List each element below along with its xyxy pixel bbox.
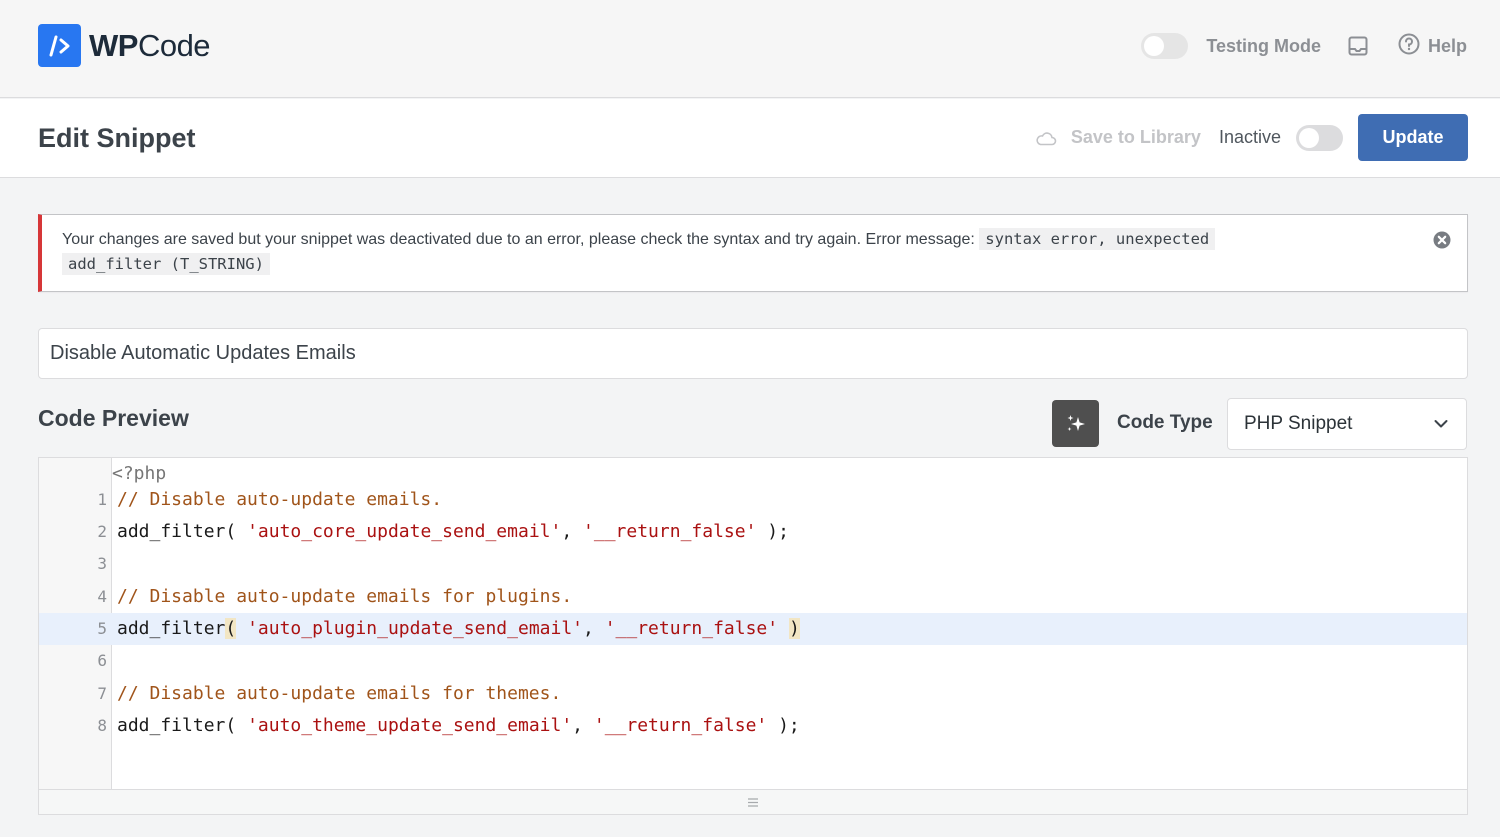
editor-resize-handle[interactable] — [39, 789, 1467, 814]
code-comment: // Disable auto-update emails for plugin… — [117, 586, 573, 607]
code-statement: add_filter( 'auto_plugin_update_send_ema… — [117, 618, 800, 639]
code-type-value: PHP Snippet — [1244, 413, 1353, 434]
notifications-inbox-icon[interactable] — [1347, 35, 1369, 57]
line-number: 4 — [97, 587, 107, 606]
code-line: 6 — [39, 645, 1467, 677]
help-link[interactable]: Help — [1398, 33, 1467, 60]
error-notice-text: Your changes are saved but your snippet … — [62, 227, 1342, 277]
testing-mode-toggle[interactable] — [1141, 33, 1189, 59]
code-line-active: 5 add_filter( 'auto_plugin_update_send_e… — [39, 613, 1467, 645]
brand-name: WPCode — [89, 27, 211, 63]
line-number: 1 — [97, 490, 107, 509]
drag-handle-icon — [748, 797, 758, 807]
wpcode-logo-icon — [38, 24, 81, 67]
help-icon — [1398, 33, 1420, 60]
php-open-tag: <?php — [112, 463, 167, 484]
code-comment: // Disable auto-update emails. — [117, 489, 443, 510]
error-code: syntax error, unexpected — [979, 228, 1216, 250]
code-type-select[interactable]: PHP Snippet — [1227, 398, 1467, 450]
code-type-label: Code Type — [1117, 412, 1213, 433]
code-line: 7 // Disable auto-update emails for them… — [39, 678, 1467, 710]
code-line: 2 add_filter( 'auto_core_update_send_ema… — [39, 516, 1467, 548]
line-number: 8 — [97, 716, 107, 735]
line-number: 5 — [97, 619, 107, 638]
status-label: Inactive — [1218, 127, 1281, 147]
code-statement: add_filter( 'auto_theme_update_send_emai… — [117, 715, 800, 736]
code-area[interactable]: <?php 1 // Disable auto-update emails. 2… — [39, 458, 1467, 789]
error-notice: Your changes are saved but your snippet … — [38, 214, 1468, 292]
code-preview-heading: Code Preview — [38, 405, 189, 431]
line-number: 6 — [97, 651, 107, 670]
error-message: Your changes are saved but your snippet … — [62, 231, 980, 248]
save-to-library-button[interactable]: Save to Library — [1071, 127, 1201, 148]
title-bar: Edit Snippet Save to Library Inactive Up… — [0, 99, 1500, 178]
sparkles-icon — [1064, 412, 1088, 436]
line-number: 2 — [97, 522, 107, 541]
code-line: 1 // Disable auto-update emails. — [39, 484, 1467, 516]
line-number: 3 — [97, 554, 107, 573]
dismiss-notice-icon[interactable] — [1433, 231, 1451, 249]
update-button[interactable]: Update — [1358, 114, 1468, 161]
cloud-icon — [1035, 130, 1057, 146]
snippet-title-input[interactable] — [38, 328, 1468, 379]
code-line: 4 // Disable auto-update emails for plug… — [39, 581, 1467, 613]
wpcode-logo[interactable]: WPCode — [38, 24, 211, 67]
ai-generate-button[interactable] — [1052, 400, 1099, 447]
top-header: WPCode Testing Mode Help — [0, 0, 1500, 98]
testing-mode-label: Testing Mode — [1206, 35, 1321, 56]
line-number: 7 — [97, 684, 107, 703]
code-line: 8 add_filter( 'auto_theme_update_send_em… — [39, 710, 1467, 742]
chevron-down-icon — [1434, 419, 1448, 429]
active-toggle[interactable] — [1296, 124, 1343, 151]
code-line: 3 — [39, 548, 1467, 580]
matched-bracket: ( — [225, 618, 237, 639]
error-code-continued: add_filter (T_STRING) — [62, 253, 270, 275]
code-editor[interactable]: <?php 1 // Disable auto-update emails. 2… — [38, 457, 1468, 815]
page-title: Edit Snippet — [38, 123, 196, 153]
help-label: Help — [1427, 35, 1467, 56]
code-statement: add_filter( 'auto_core_update_send_email… — [117, 521, 789, 542]
code-comment: // Disable auto-update emails for themes… — [117, 683, 562, 704]
matched-bracket: ) — [788, 618, 800, 639]
